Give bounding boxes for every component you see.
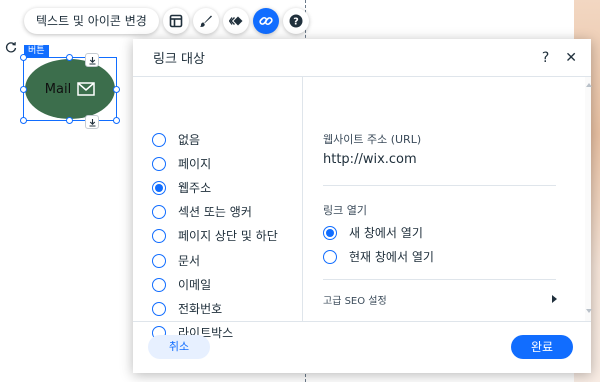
close-icon[interactable]: ✕ xyxy=(565,50,577,66)
radio-button[interactable] xyxy=(152,301,166,316)
help-icon: ? xyxy=(289,14,303,28)
link-type-label: 웹주소 xyxy=(178,181,212,195)
envelope-icon xyxy=(77,82,95,96)
radio-button[interactable] xyxy=(152,180,166,195)
link-icon xyxy=(259,16,273,26)
svg-text:?: ? xyxy=(293,17,299,28)
radio-button[interactable] xyxy=(323,225,337,240)
help-button[interactable]: ? xyxy=(282,8,309,34)
download-icon xyxy=(89,118,95,127)
radio-button[interactable] xyxy=(323,249,337,264)
layout-icon xyxy=(169,14,183,28)
link-type-none[interactable]: 없음 xyxy=(152,131,200,148)
link-type-email[interactable]: 이메일 xyxy=(152,276,211,293)
scroll-down-arrow-icon[interactable] xyxy=(586,309,592,313)
radio-button[interactable] xyxy=(152,132,166,147)
mail-button-label: Mail xyxy=(44,81,72,97)
divider xyxy=(323,185,556,186)
link-panel: 링크 대상 ? ✕ 없음 페이지 웹주소 섹션 또는 앵커 페이지 상단 및 하… xyxy=(133,39,592,373)
link-button[interactable] xyxy=(252,8,279,34)
resize-handle-bottom-right[interactable] xyxy=(113,117,120,124)
brush-icon xyxy=(199,15,212,27)
advanced-seo-label[interactable]: 고급 SEO 설정 xyxy=(323,292,387,307)
resize-handle-bottom-left[interactable] xyxy=(20,117,27,124)
link-type-document[interactable]: 문서 xyxy=(152,252,200,269)
link-type-label: 없음 xyxy=(178,133,201,147)
radio-button[interactable] xyxy=(152,228,166,243)
stretch-down-button-bottom[interactable] xyxy=(85,115,99,129)
stretch-down-button-top[interactable] xyxy=(85,53,99,67)
animation-icon xyxy=(228,16,243,26)
radio-button[interactable] xyxy=(152,277,166,292)
resize-handle-top-left[interactable] xyxy=(20,54,27,61)
design-button[interactable] xyxy=(192,8,219,34)
resize-handle-bottom-center[interactable] xyxy=(66,117,73,124)
url-label: 웹사이트 주소 (URL) xyxy=(323,133,422,146)
resize-handle-middle-right[interactable] xyxy=(113,86,120,93)
panel-body: 없음 페이지 웹주소 섹션 또는 앵커 페이지 상단 및 하단 문서 이메일 전… xyxy=(133,77,585,340)
link-type-label: 이메일 xyxy=(178,278,212,292)
link-type-label: 페이지 상단 및 하단 xyxy=(178,229,278,243)
edit-text-and-icon-button[interactable]: 텍스트 및 아이콘 변경 xyxy=(24,8,159,34)
divider xyxy=(323,279,556,280)
element-toolbar: 텍스트 및 아이콘 변경 ? xyxy=(24,8,309,34)
link-type-page[interactable]: 페이지 xyxy=(152,155,211,172)
open-option-label: 새 창에서 열기 xyxy=(349,226,423,240)
panel-footer: 취소 완료 xyxy=(133,321,591,373)
link-type-label: 섹션 또는 앵커 xyxy=(178,205,252,219)
scrollbar[interactable] xyxy=(585,77,591,321)
link-type-top-bottom[interactable]: 페이지 상단 및 하단 xyxy=(152,227,278,244)
link-type-label: 전화번호 xyxy=(178,302,223,316)
download-icon xyxy=(89,56,95,65)
open-link-label: 링크 열기 xyxy=(323,204,367,217)
help-icon[interactable]: ? xyxy=(542,50,549,66)
open-new-window-option[interactable]: 새 창에서 열기 xyxy=(323,224,423,241)
panel-header: 링크 대상 ? ✕ xyxy=(133,39,591,77)
open-option-label: 현재 창에서 열기 xyxy=(349,250,434,264)
mail-button-element[interactable]: Mail xyxy=(25,59,115,119)
radio-button[interactable] xyxy=(152,204,166,219)
link-type-phone[interactable]: 전화번호 xyxy=(152,300,222,317)
scroll-up-arrow-icon[interactable] xyxy=(586,83,592,87)
open-current-window-option[interactable]: 현재 창에서 열기 xyxy=(323,248,434,265)
radio-button[interactable] xyxy=(152,253,166,268)
link-type-label: 문서 xyxy=(178,254,201,268)
resize-handle-middle-left[interactable] xyxy=(20,86,27,93)
link-type-web-address[interactable]: 웹주소 xyxy=(152,179,211,196)
radio-button[interactable] xyxy=(152,156,166,171)
done-button[interactable]: 완료 xyxy=(511,335,573,359)
panel-title: 링크 대상 xyxy=(153,52,205,67)
url-input[interactable]: http://wix.com xyxy=(323,152,417,167)
layout-button[interactable] xyxy=(162,8,189,34)
resize-handle-top-center[interactable] xyxy=(66,54,73,61)
animation-button[interactable] xyxy=(222,8,249,34)
rotate-icon[interactable] xyxy=(4,40,18,54)
cancel-button[interactable]: 취소 xyxy=(148,335,210,359)
link-type-list: 없음 페이지 웹주소 섹션 또는 앵커 페이지 상단 및 하단 문서 이메일 전… xyxy=(133,77,303,340)
link-type-anchor[interactable]: 섹션 또는 앵커 xyxy=(152,203,252,220)
chevron-right-icon[interactable] xyxy=(552,295,557,303)
link-type-label: 페이지 xyxy=(178,157,212,171)
link-settings: 웹사이트 주소 (URL) http://wix.com 링크 열기 새 창에서… xyxy=(304,77,585,321)
